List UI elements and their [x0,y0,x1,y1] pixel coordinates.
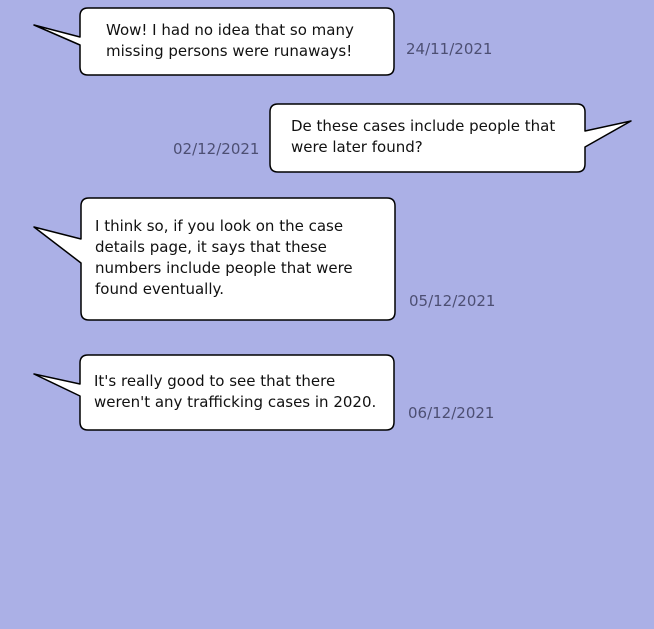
message-text: It's really good to see that there weren… [94,372,377,411]
message-text: Wow! I had no idea that so many missing … [106,21,354,60]
message-text: De these cases include people that were … [291,117,556,156]
message-timestamp: 06/12/2021 [408,404,495,422]
message-text: I think so, if you look on the case deta… [95,217,353,298]
message-bubble-left: It's really good to see that there weren… [32,354,398,432]
message-bubble-left: I think so, if you look on the case deta… [32,197,398,323]
message-timestamp: 05/12/2021 [409,292,496,310]
message-timestamp: 24/11/2021 [406,40,493,58]
message-timestamp: 02/12/2021 [173,140,260,158]
message-bubble-left: Wow! I had no idea that so many missing … [32,7,396,77]
message-bubble-right: De these cases include people that were … [268,103,634,175]
chat-thread: Wow! I had no idea that so many missing … [0,0,654,629]
